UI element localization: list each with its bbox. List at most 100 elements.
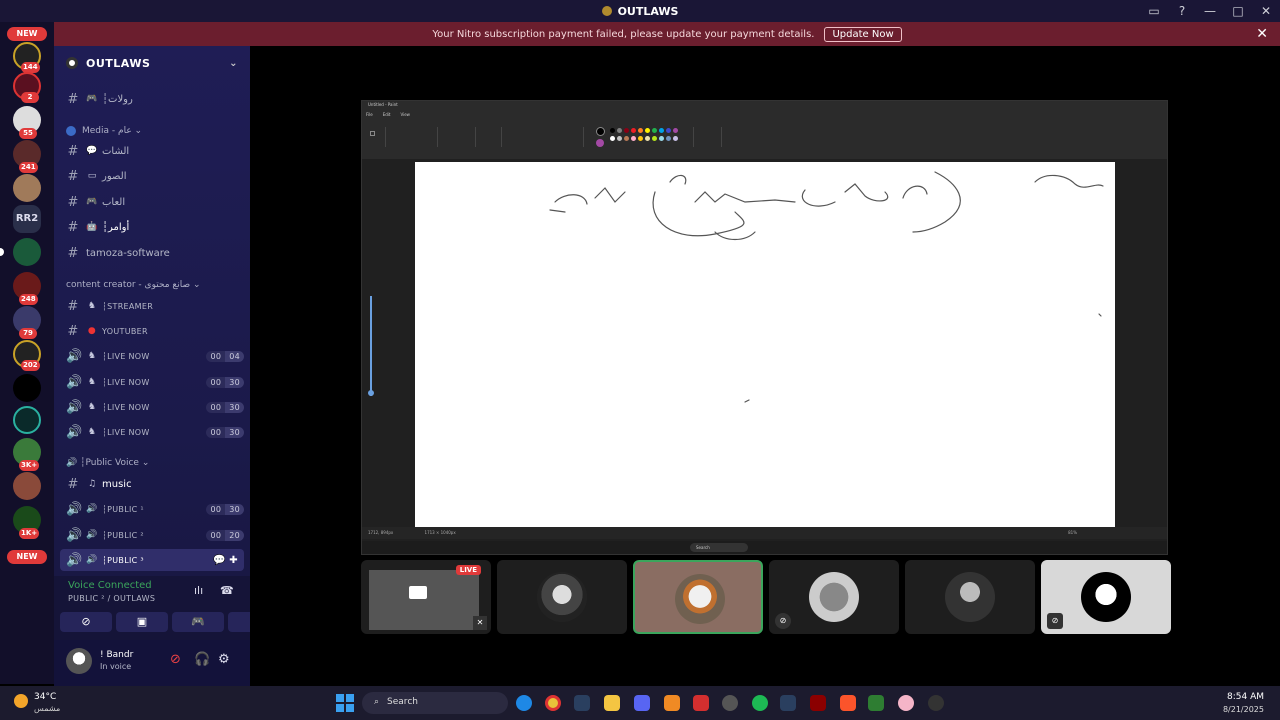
color-swatch[interactable] xyxy=(666,128,671,133)
steam-icon[interactable] xyxy=(574,695,590,711)
color-swatch[interactable] xyxy=(617,136,622,141)
maximize-icon[interactable]: □ xyxy=(1224,4,1252,18)
windows-start-icon[interactable] xyxy=(336,694,354,712)
server-icon-14[interactable] xyxy=(13,472,41,500)
app-icon-d[interactable] xyxy=(810,695,826,711)
category-creator[interactable]: content creator - صانع محتوى ⌄ xyxy=(66,280,201,290)
gear-icon[interactable]: ⚙ xyxy=(218,652,230,667)
color-swatch[interactable] xyxy=(638,128,643,133)
edge-icon[interactable] xyxy=(516,695,532,711)
folder-icon[interactable] xyxy=(604,695,620,711)
clock-time[interactable]: 8:54 AM xyxy=(1227,692,1264,702)
category-public-voice[interactable]: 🔊 ┆ Public Voice ⌄ xyxy=(66,458,149,468)
volume-mute-icon[interactable]: ✕ xyxy=(473,616,487,630)
brush-size-slider[interactable] xyxy=(368,296,374,396)
server-icon-8[interactable]: 248 xyxy=(13,272,41,305)
discord-icon[interactable] xyxy=(634,695,650,711)
chrome-icon[interactable] xyxy=(545,695,561,711)
steam-icon-2[interactable] xyxy=(780,695,796,711)
voice-public-2[interactable]: 🔊 🔊 ┆ PUBLIC ² 00 20 xyxy=(60,524,244,546)
color-swatch[interactable] xyxy=(666,136,671,141)
update-now-button[interactable]: Update Now xyxy=(824,26,902,42)
voice-live-now-3[interactable]: 🔊 ♞ ┆ LIVE NOW 00 30 xyxy=(60,396,244,418)
server-icon-15[interactable]: 1K+ xyxy=(13,506,41,539)
brave-icon[interactable] xyxy=(840,695,856,711)
channel-orders[interactable]: # 🤖 ┆ أوامر xyxy=(60,216,244,238)
logitech-icon[interactable] xyxy=(928,695,944,711)
server-icon-3[interactable]: 55 xyxy=(13,106,41,139)
category-media[interactable]: Media - عام ⌄ xyxy=(66,126,142,136)
app-icon-f[interactable] xyxy=(898,695,914,711)
server-icon-10[interactable]: 202 xyxy=(13,340,41,371)
server-icon-9[interactable]: 79 xyxy=(13,306,41,339)
voice-live-now-4[interactable]: 🔊 ♞ ┆ LIVE NOW 00 30 xyxy=(60,421,244,443)
server-icon-5[interactable] xyxy=(13,174,41,202)
help-icon[interactable]: ? xyxy=(1168,4,1196,18)
chat-bubble-icon[interactable]: 💬 ✚ xyxy=(213,555,238,566)
paint-canvas[interactable] xyxy=(415,162,1115,527)
voice-public-3[interactable]: 🔊 🔊 ┆ PUBLIC ³ 💬 ✚ xyxy=(60,549,244,571)
server-icon-heart[interactable]: 2 xyxy=(13,72,41,103)
color-swatch[interactable] xyxy=(631,136,636,141)
color-swatch[interactable] xyxy=(631,128,636,133)
server-icon-rr2[interactable]: RR2 xyxy=(13,205,41,233)
color-swatch[interactable] xyxy=(638,136,643,141)
voice-live-now-1[interactable]: 🔊 ♞ ┆ LIVE NOW 00 04 xyxy=(60,345,244,367)
voice-public-1[interactable]: 🔊 🔊 ┆ PUBLIC ¹ 00 30 xyxy=(60,498,244,520)
server-icon-13[interactable]: 3K+ xyxy=(13,438,41,471)
screen-share-view[interactable]: Untitled - Paint File Edit View 1712, 89… xyxy=(361,100,1168,555)
close-icon[interactable]: ✕ xyxy=(1252,4,1280,18)
app-icon-c[interactable] xyxy=(722,695,738,711)
server-icon-4[interactable]: 241 xyxy=(13,140,41,173)
disconnect-icon[interactable]: ☎ xyxy=(220,584,234,597)
app-icon-b[interactable] xyxy=(693,695,709,711)
taskbar-search[interactable]: ⌕ Search xyxy=(362,692,508,714)
app-icon-e[interactable] xyxy=(868,695,884,711)
activities-button[interactable]: 🎮 xyxy=(172,612,224,632)
headphones-icon[interactable]: 🎧 xyxy=(194,652,210,667)
clock-date[interactable]: 8/21/2025 xyxy=(1223,705,1264,714)
color-swatch[interactable] xyxy=(610,136,615,141)
color-swatch[interactable] xyxy=(645,128,650,133)
avatar[interactable] xyxy=(66,648,92,674)
color-swatch[interactable] xyxy=(659,136,664,141)
screen-share-button[interactable]: ▣ xyxy=(116,612,168,632)
banner-close-icon[interactable]: ✕ xyxy=(1256,26,1268,42)
channel-chat[interactable]: # 💬 الشات xyxy=(60,140,244,162)
channel-rolat[interactable]: # 🎮 ┆ رولات xyxy=(60,88,244,110)
color-swatch[interactable] xyxy=(673,128,678,133)
minimize-icon[interactable]: — xyxy=(1196,4,1224,18)
participant-tile-6[interactable]: ⊘ xyxy=(1041,560,1171,634)
participant-tile-speaking[interactable] xyxy=(633,560,763,634)
participant-tile-5[interactable] xyxy=(905,560,1035,634)
color-swatch[interactable] xyxy=(652,136,657,141)
app-icon-a[interactable] xyxy=(664,695,680,711)
server-icon-12[interactable] xyxy=(13,406,41,434)
participant-tile-stream[interactable]: LIVE ✕ xyxy=(361,560,491,634)
channel-music[interactable]: # ♫ music xyxy=(60,473,244,495)
channel-games[interactable]: # 🎮 العاب xyxy=(60,191,244,213)
spotify-icon[interactable] xyxy=(752,695,768,711)
voice-channel-label[interactable]: PUBLIC ² / OUTLAWS xyxy=(68,594,155,603)
sound-bars-icon[interactable]: ılı xyxy=(194,584,203,597)
color-swatch[interactable] xyxy=(624,128,629,133)
mic-muted-icon[interactable]: ⊘ xyxy=(170,652,181,667)
color-swatch[interactable] xyxy=(659,128,664,133)
color-swatch[interactable] xyxy=(673,136,678,141)
participant-tile-2[interactable] xyxy=(497,560,627,634)
weather-temp[interactable]: 34°C xyxy=(34,692,56,702)
channel-photos[interactable]: # ▭ الصور xyxy=(60,165,244,187)
guild-header[interactable]: OUTLAWS ⌄ xyxy=(54,46,250,80)
server-icon-11[interactable] xyxy=(13,374,41,402)
camera-off-button[interactable]: ⊘ xyxy=(60,612,112,632)
server-icon-7[interactable] xyxy=(0,238,41,266)
color-swatch[interactable] xyxy=(645,136,650,141)
server-icon-mg[interactable]: 144 xyxy=(13,42,41,73)
color-swatch[interactable] xyxy=(617,128,622,133)
color-swatch[interactable] xyxy=(624,136,629,141)
inbox-icon[interactable]: ▭ xyxy=(1140,4,1168,18)
channel-tamoza[interactable]: # tamoza-software xyxy=(60,242,244,264)
channel-youtuber[interactable]: # ● YOUTUBER xyxy=(60,320,244,342)
participant-tile-4[interactable]: ⊘ xyxy=(769,560,899,634)
color-swatch[interactable] xyxy=(652,128,657,133)
